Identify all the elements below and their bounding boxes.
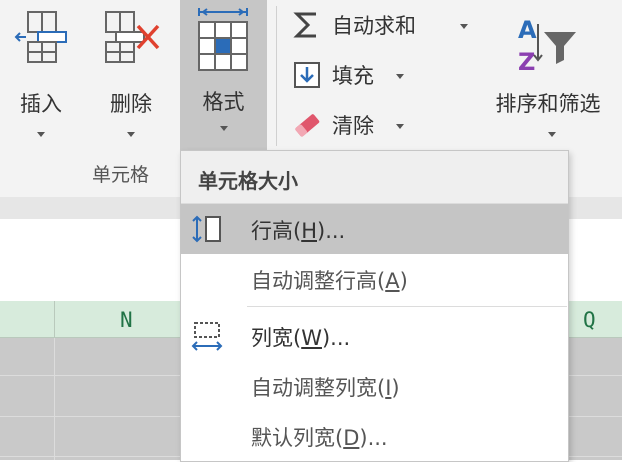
- column-separator[interactable]: [54, 301, 55, 337]
- menu-item-autofit-row-height[interactable]: 自动调整行高(A): [181, 254, 568, 304]
- column-width-label: 列宽(W)...: [251, 326, 351, 350]
- insert-label: 插入: [20, 92, 62, 116]
- autofit-column-width-label: 自动调整列宽(I): [251, 376, 400, 400]
- default-width-label: 默认列宽(D)...: [251, 426, 388, 450]
- column-header-n[interactable]: N: [120, 308, 133, 332]
- menu-separator: [247, 306, 567, 307]
- format-button[interactable]: 格式: [180, 0, 267, 150]
- svg-text:A: A: [518, 16, 537, 44]
- chevron-down-icon: [396, 74, 404, 79]
- chevron-down-icon: [220, 126, 228, 131]
- insert-button[interactable]: 插入: [6, 6, 76, 146]
- menu-item-default-width[interactable]: 默认列宽(D)...: [181, 411, 568, 461]
- menu-item-row-height[interactable]: 行高(H)...: [181, 204, 568, 254]
- grid-line: [54, 338, 55, 460]
- menu-item-autofit-column-width[interactable]: 自动调整列宽(I): [181, 361, 568, 411]
- group-separator: [276, 6, 277, 146]
- row-height-label: 行高(H)...: [251, 219, 346, 243]
- fill-down-icon: [294, 62, 320, 88]
- chevron-down-icon: [396, 124, 404, 129]
- autosum-label: 自动求和: [332, 14, 416, 38]
- sort-filter-icon: A Z: [518, 16, 576, 76]
- insert-cells-icon: [14, 11, 67, 63]
- svg-text:Z: Z: [518, 48, 535, 76]
- autosum-button[interactable]: 自动求和: [292, 8, 482, 44]
- clear-label: 清除: [332, 114, 374, 138]
- delete-cells-icon: [105, 11, 160, 63]
- autofit-row-height-label: 自动调整行高(A): [251, 269, 408, 293]
- chevron-down-icon: [548, 132, 556, 137]
- chevron-down-icon: [460, 24, 468, 29]
- chevron-down-icon: [127, 132, 135, 137]
- sort-filter-button[interactable]: A Z 排序和筛选: [478, 6, 618, 146]
- format-label: 格式: [202, 90, 245, 114]
- format-cells-icon: [198, 8, 248, 71]
- fill-label: 填充: [332, 64, 374, 88]
- clear-button[interactable]: 清除: [292, 108, 412, 144]
- sigma-icon: [293, 12, 316, 38]
- column-width-icon: [191, 322, 223, 351]
- cells-group-label: 单元格: [92, 164, 150, 186]
- eraser-icon: [295, 114, 320, 137]
- menu-item-column-width[interactable]: 列宽(W)...: [181, 311, 568, 361]
- delete-label: 删除: [110, 92, 152, 116]
- sort-filter-label: 排序和筛选: [495, 92, 601, 116]
- menu-section-header: 单元格大小: [181, 151, 568, 204]
- row-height-icon: [192, 215, 221, 243]
- column-header-q[interactable]: Q: [583, 308, 596, 332]
- cell-size-section-title: 单元格大小: [198, 169, 298, 193]
- format-dropdown-menu: 单元格大小 行高(H)... 自动调整行高(A) 列宽(W)... 自动调整列宽…: [180, 150, 569, 462]
- chevron-down-icon: [37, 132, 45, 137]
- fill-button[interactable]: 填充: [292, 58, 412, 94]
- delete-button[interactable]: 删除: [96, 6, 166, 146]
